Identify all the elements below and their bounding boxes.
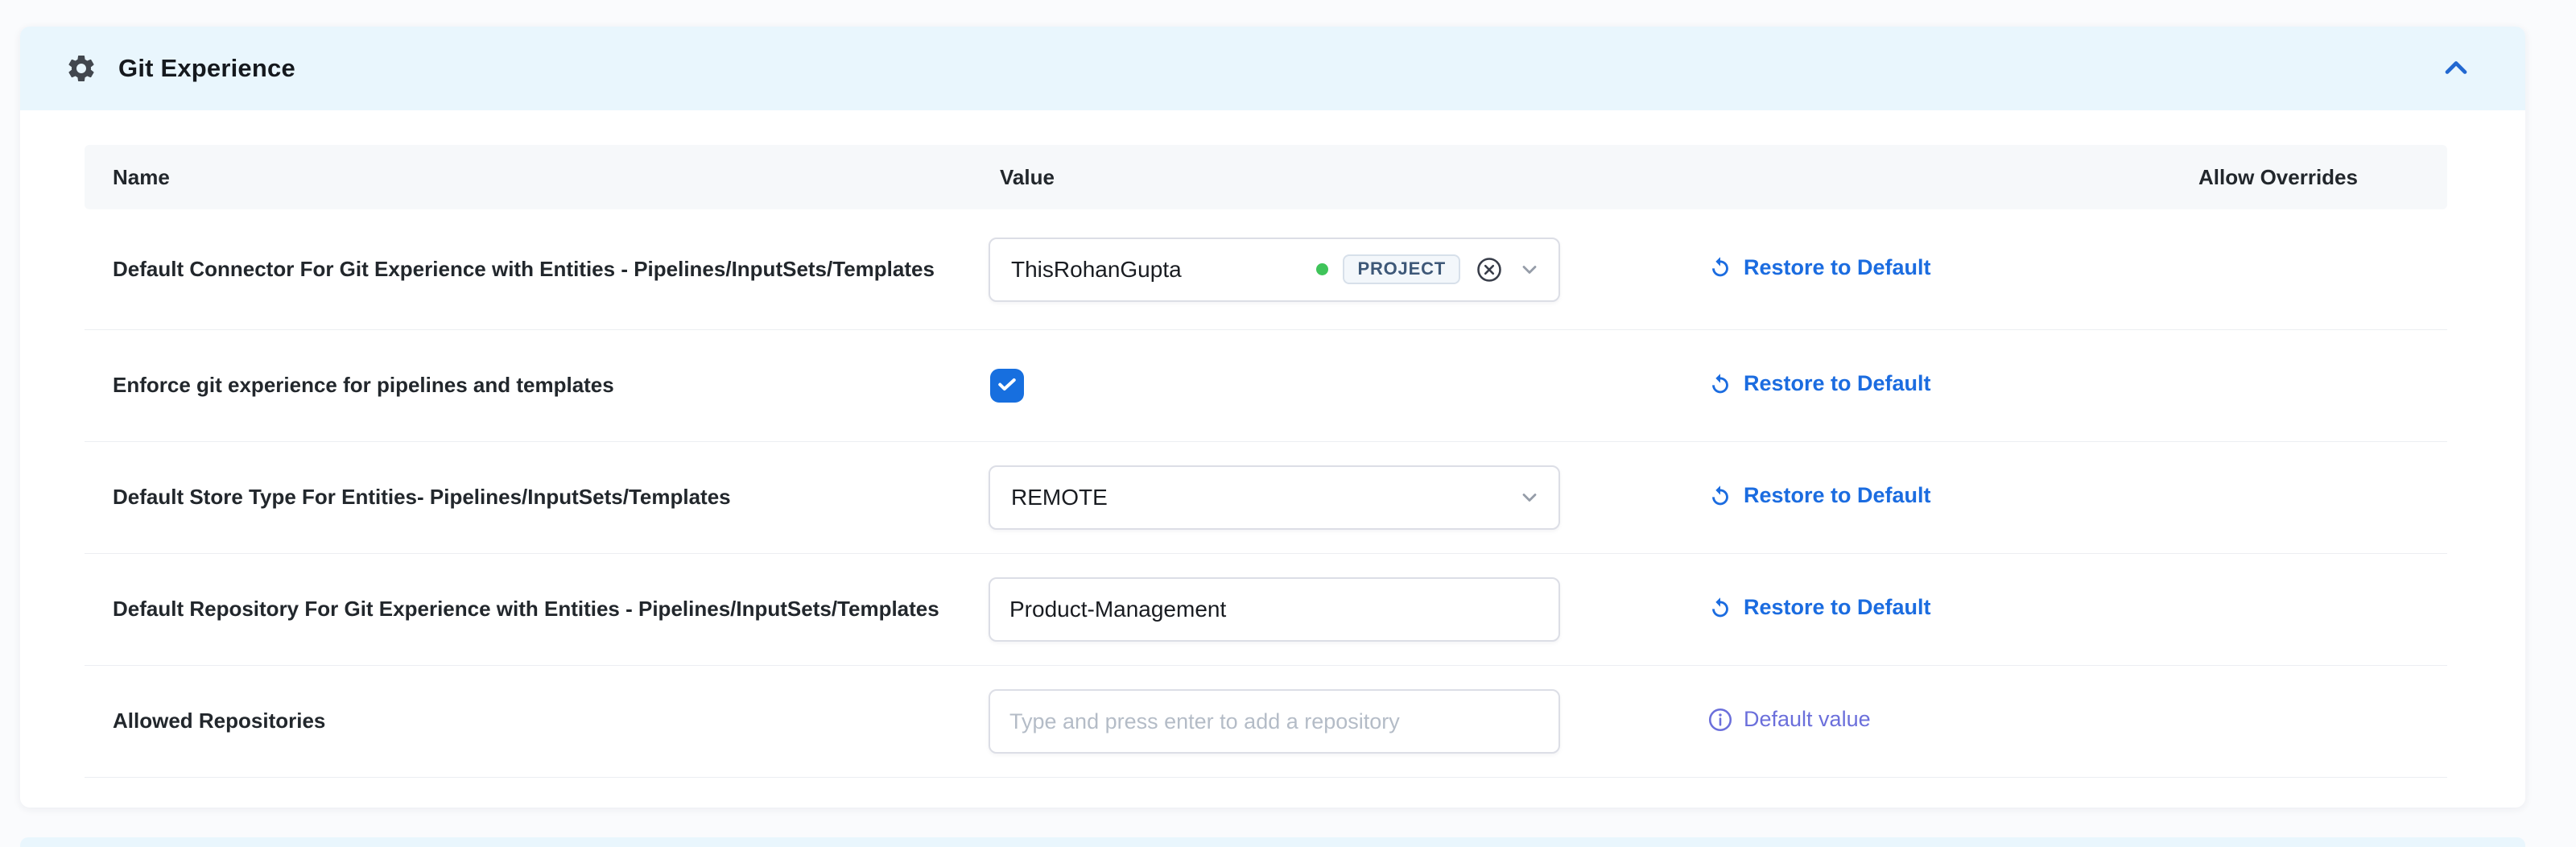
restore-label: Restore to Default bbox=[1744, 595, 1931, 620]
table-row-allowed-repositories: Allowed Repositories Default value bbox=[85, 666, 2447, 778]
restore-label: Restore to Default bbox=[1744, 483, 1931, 508]
info-icon bbox=[1707, 706, 1734, 733]
table-row-default-connector: Default Connector For Git Experience wit… bbox=[85, 209, 2447, 330]
table-row-enforce-git: Enforce git experience for pipelines and… bbox=[85, 330, 2447, 442]
collapse-section-button[interactable] bbox=[2435, 48, 2477, 89]
restore-default-link[interactable]: Restore to Default bbox=[1707, 254, 1931, 281]
setting-name: Enforce git experience for pipelines and… bbox=[113, 371, 989, 399]
default-repository-input[interactable] bbox=[989, 577, 1560, 642]
restore-default-link[interactable]: Restore to Default bbox=[1707, 370, 1931, 398]
setting-name: Allowed Repositories bbox=[113, 707, 989, 735]
restore-default-link[interactable]: Restore to Default bbox=[1707, 482, 1931, 510]
next-section-top-edge bbox=[20, 837, 2525, 847]
restore-icon bbox=[1707, 482, 1734, 510]
connector-select[interactable]: ThisRohanGupta PROJECT bbox=[989, 238, 1560, 302]
column-header-value: Value bbox=[989, 165, 1707, 190]
allowed-repositories-input[interactable] bbox=[989, 689, 1560, 754]
setting-name: Default Connector For Git Experience wit… bbox=[113, 255, 989, 283]
chevron-down-icon bbox=[1518, 258, 1541, 281]
table-row-default-repository: Default Repository For Git Experience wi… bbox=[85, 554, 2447, 666]
section-header[interactable]: Git Experience bbox=[20, 27, 2525, 110]
column-header-name: Name bbox=[85, 165, 989, 190]
enforce-git-checkbox[interactable] bbox=[990, 369, 1024, 403]
table-header-row: Name Value Allow Overrides bbox=[85, 145, 2447, 209]
restore-default-link[interactable]: Restore to Default bbox=[1707, 594, 1931, 622]
settings-gear-icon bbox=[65, 52, 97, 85]
restore-icon bbox=[1707, 594, 1734, 622]
settings-table: Name Value Allow Overrides Default Conne… bbox=[85, 145, 2447, 778]
restore-icon bbox=[1707, 254, 1734, 281]
column-header-allow-overrides: Allow Overrides bbox=[2198, 165, 2358, 190]
default-value-label: Default value bbox=[1744, 707, 1871, 732]
chevron-down-icon bbox=[1518, 486, 1541, 509]
section-title: Git Experience bbox=[118, 54, 295, 83]
account-settings-page: Git Experience Name Value Allow Override… bbox=[0, 0, 2576, 847]
setting-name: Default Repository For Git Experience wi… bbox=[113, 595, 989, 623]
store-type-select[interactable]: REMOTE bbox=[989, 465, 1560, 530]
table-row-store-type: Default Store Type For Entities- Pipelin… bbox=[85, 442, 2447, 554]
setting-name: Default Store Type For Entities- Pipelin… bbox=[113, 483, 989, 511]
restore-label: Restore to Default bbox=[1744, 255, 1931, 280]
check-icon bbox=[995, 372, 1019, 400]
connector-selected-value: ThisRohanGupta bbox=[1011, 257, 1182, 283]
connector-status-dot bbox=[1316, 263, 1328, 275]
store-type-selected-value: REMOTE bbox=[1011, 485, 1108, 510]
restore-label: Restore to Default bbox=[1744, 371, 1931, 396]
default-value-link[interactable]: Default value bbox=[1707, 706, 1871, 733]
scope-badge: PROJECT bbox=[1343, 254, 1460, 284]
clear-selection-icon[interactable] bbox=[1475, 255, 1504, 284]
restore-icon bbox=[1707, 370, 1734, 398]
chevron-up-icon bbox=[2438, 50, 2474, 88]
git-experience-section-card: Git Experience Name Value Allow Override… bbox=[20, 27, 2525, 808]
